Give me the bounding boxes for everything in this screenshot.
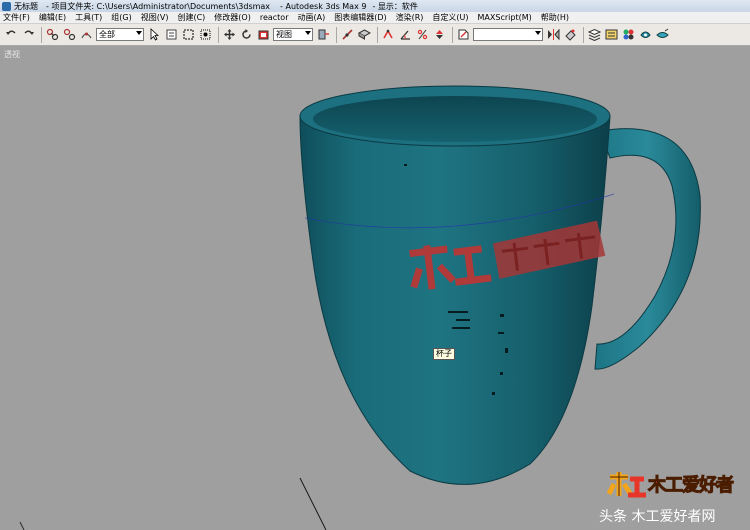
mug-interior xyxy=(313,96,597,142)
window-crossing-icon[interactable] xyxy=(198,27,213,42)
menu-reactor[interactable]: reactor xyxy=(260,13,289,22)
watermark-caption: 头条 木工爱好者网 xyxy=(599,509,716,525)
mirror-icon[interactable] xyxy=(546,27,561,42)
scene-canvas[interactable] xyxy=(0,46,750,530)
chevron-down-icon xyxy=(136,31,142,35)
menu-rendering[interactable]: 渲染(R) xyxy=(396,12,424,23)
menu-views[interactable]: 视图(V) xyxy=(141,12,169,23)
percent-snap-toggle-icon[interactable] xyxy=(415,27,430,42)
menu-tools[interactable]: 工具(T) xyxy=(75,12,102,23)
named-selection-sets-dropdown[interactable] xyxy=(473,28,543,41)
menu-group[interactable]: 组(G) xyxy=(111,12,131,23)
menu-bar: 文件(F) 编辑(E) 工具(T) 组(G) 视图(V) 创建(C) 修改器(O… xyxy=(0,12,750,24)
menu-file[interactable]: 文件(F) xyxy=(3,12,30,23)
select-and-manipulate-icon[interactable] xyxy=(340,27,355,42)
menu-modifiers[interactable]: 修改器(O) xyxy=(214,12,251,23)
keyboard-shortcut-override-icon[interactable] xyxy=(357,27,372,42)
mug-body xyxy=(299,115,611,485)
selection-filter-value: 全部 xyxy=(99,30,115,39)
toolbar-separator xyxy=(41,26,42,43)
reference-coordinate-dropdown[interactable]: 视图 xyxy=(273,28,313,41)
window-title-project-folder: - 项目文件夹: C:\Users\Administrator\Document… xyxy=(46,1,271,11)
material-editor-icon[interactable] xyxy=(621,27,636,42)
select-and-link-icon[interactable] xyxy=(45,27,60,42)
scale-icon[interactable] xyxy=(256,27,271,42)
watermark-logo: 木工爱好者 xyxy=(606,469,735,499)
angle-snap-toggle-icon[interactable] xyxy=(398,27,413,42)
chevron-down-icon xyxy=(535,31,541,35)
align-icon[interactable] xyxy=(563,27,578,42)
menu-create[interactable]: 创建(C) xyxy=(177,12,205,23)
window-title-document: 无标题 xyxy=(14,1,38,11)
main-toolbar: 全部 视图 xyxy=(0,24,750,46)
move-icon[interactable] xyxy=(222,27,237,42)
select-by-name-icon[interactable] xyxy=(164,27,179,42)
reference-coordinate-value: 视图 xyxy=(276,30,292,39)
window-title-app: - Autodesk 3ds Max 9 xyxy=(280,1,367,11)
menu-animation[interactable]: 动画(A) xyxy=(297,12,325,23)
app-icon xyxy=(2,1,11,11)
render-setup-icon[interactable] xyxy=(638,27,653,42)
undo-icon[interactable] xyxy=(4,27,19,42)
world-axis-line xyxy=(299,477,327,530)
rotate-icon[interactable] xyxy=(239,27,254,42)
window-title-display: - 显示：软件 xyxy=(372,1,418,11)
woodworker-logo-icon xyxy=(606,472,646,498)
toolbar-separator xyxy=(377,26,378,43)
menu-customize[interactable]: 自定义(U) xyxy=(432,12,468,23)
unlink-selection-icon[interactable] xyxy=(62,27,77,42)
use-pivot-center-icon[interactable] xyxy=(316,27,331,42)
toolbar-separator xyxy=(336,26,337,43)
selection-filter-dropdown[interactable]: 全部 xyxy=(96,28,144,41)
perspective-viewport[interactable]: 透视 杯子 木工爱好者 头条 木工爱好者网 xyxy=(0,46,750,530)
menu-maxscript[interactable]: MAXScript(M) xyxy=(478,13,532,22)
chevron-down-icon xyxy=(305,31,311,35)
title-bar: 无标题 - 项目文件夹: C:\Users\Administrator\Docu… xyxy=(0,0,750,12)
spinner-snap-toggle-icon[interactable] xyxy=(432,27,447,42)
watermark-logo-text: 木工爱好者 xyxy=(648,475,735,497)
menu-edit[interactable]: 编辑(E) xyxy=(39,12,66,23)
select-object-icon[interactable] xyxy=(147,27,162,42)
menu-graph-editors[interactable]: 图表编辑器(D) xyxy=(334,12,386,23)
menu-help[interactable]: 帮助(H) xyxy=(541,12,569,23)
toolbar-separator xyxy=(452,26,453,43)
edit-named-selection-icon[interactable] xyxy=(456,27,471,42)
mug-handle xyxy=(594,128,701,370)
redo-icon[interactable] xyxy=(21,27,36,42)
layer-manager-icon[interactable] xyxy=(587,27,602,42)
snaps-toggle-icon[interactable] xyxy=(381,27,396,42)
curve-editor-icon[interactable] xyxy=(604,27,619,42)
world-axis-line xyxy=(19,521,25,530)
bind-to-space-warp-icon[interactable] xyxy=(79,27,94,42)
quick-render-icon[interactable] xyxy=(655,27,670,42)
viewport-label[interactable]: 透视 xyxy=(4,49,20,60)
rectangular-selection-icon[interactable] xyxy=(181,27,196,42)
toolbar-separator xyxy=(218,26,219,43)
toolbar-separator xyxy=(583,26,584,43)
object-name-tooltip: 杯子 xyxy=(433,348,455,360)
